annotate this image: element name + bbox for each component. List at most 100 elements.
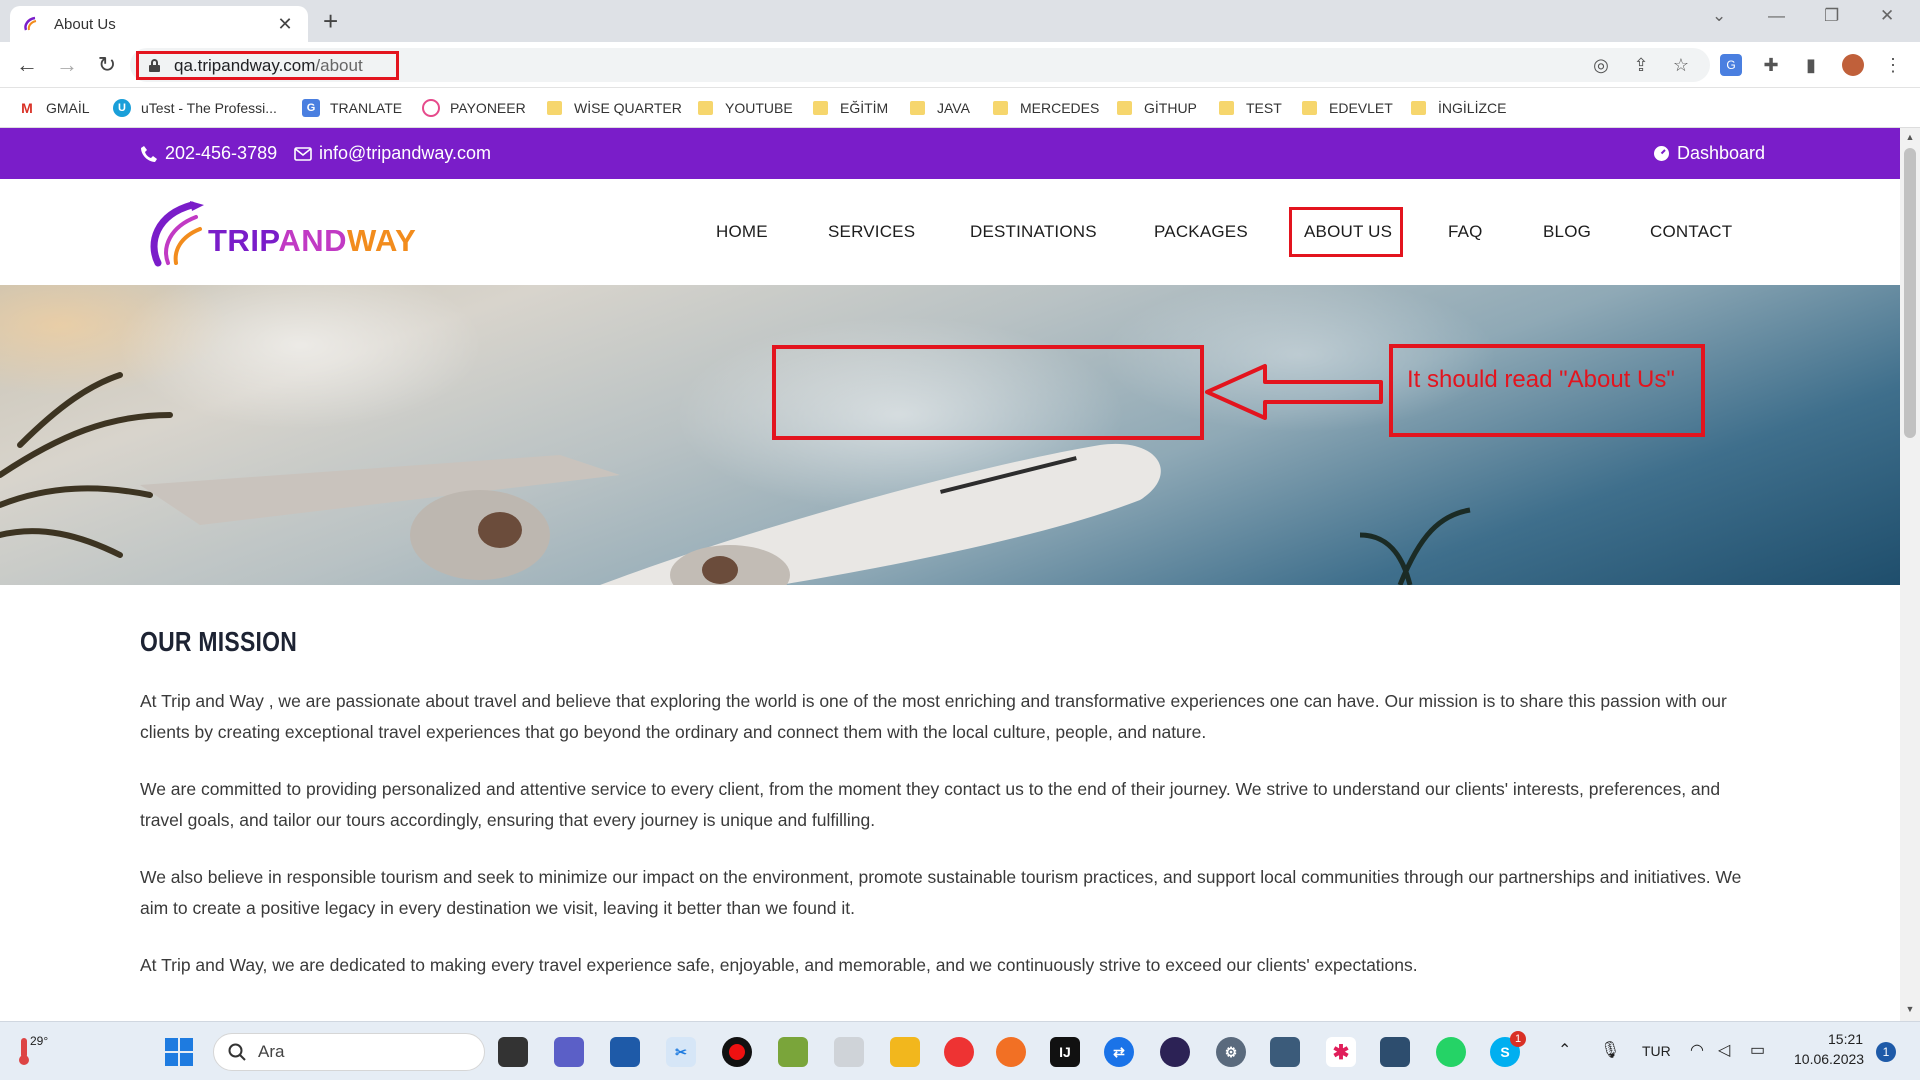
record-icon[interactable] <box>722 1037 752 1067</box>
teamviewer-icon[interactable]: ⇄ <box>1104 1037 1134 1067</box>
task-view-icon[interactable] <box>498 1037 528 1067</box>
translate-icon: G <box>302 99 320 117</box>
bookmark-gmail[interactable]: M GMAİL <box>18 88 90 128</box>
forward-arrow-icon[interactable]: → <box>52 50 82 80</box>
mission-paragraph: At Trip and Way, we are dedicated to mak… <box>140 955 1418 975</box>
teams-chat-icon[interactable] <box>554 1037 584 1067</box>
tripandway-logo[interactable]: TRIPANDWAY <box>146 199 416 267</box>
bookmark-payoneer[interactable]: PAYONEER <box>422 88 526 128</box>
mission-title: OUR MISSION <box>140 626 298 657</box>
bookmark-folder-test[interactable]: TEST <box>1219 88 1282 128</box>
bookmark-folder-egitim[interactable]: EĞİTİM <box>813 88 888 128</box>
snipping-tool-icon[interactable]: ✂ <box>666 1037 696 1067</box>
nav-destinations[interactable]: DESTINATIONS <box>970 179 1097 285</box>
bookmark-utest[interactable]: U uTest - The Professi... <box>113 88 277 128</box>
side-panel-icon[interactable]: ▮ <box>1800 54 1822 76</box>
volume-icon[interactable]: ◁ <box>1718 1040 1730 1060</box>
folder-icon <box>993 101 1008 115</box>
bookmark-folder-wise-quarter[interactable]: WİSE QUARTER <box>547 88 682 128</box>
phone-contact[interactable]: 202-456-3789 <box>140 128 277 179</box>
microphone-icon[interactable]: 🎙 <box>1600 1040 1620 1060</box>
recycle-bin-icon[interactable] <box>834 1037 864 1067</box>
scroll-thumb[interactable] <box>1904 148 1916 438</box>
utest-icon: U <box>113 99 131 117</box>
eye-off-icon[interactable]: ◎ <box>1590 54 1612 76</box>
taskbar-search-input[interactable]: Ara <box>213 1033 485 1071</box>
logo-text: TRIPANDWAY <box>208 223 416 259</box>
input-language[interactable]: TUR <box>1642 1043 1671 1059</box>
notification-center-badge[interactable]: 1 <box>1876 1042 1896 1062</box>
scroll-up-arrow-icon[interactable]: ▲ <box>1904 132 1916 142</box>
extensions-puzzle-icon[interactable]: ✚ <box>1760 54 1782 76</box>
google-translate-icon[interactable]: G <box>1720 54 1742 76</box>
bookmark-folder-java[interactable]: JAVA <box>910 88 970 128</box>
bookmark-folder-githup[interactable]: GİTHUP <box>1117 88 1197 128</box>
weather-temperature: 29° <box>30 1034 49 1048</box>
whatsapp-icon[interactable] <box>1436 1037 1466 1067</box>
pocket-app-icon[interactable] <box>1270 1037 1300 1067</box>
clock-time[interactable]: 15:21 <box>1828 1031 1863 1047</box>
chevron-up-icon[interactable]: ⌃ <box>1558 1040 1571 1060</box>
clock-date[interactable]: 10.06.2023 <box>1794 1051 1864 1067</box>
mission-section: OUR MISSION At Trip and Way , we are pas… <box>140 626 1760 1007</box>
bookmark-folder-ingilizce[interactable]: İNGİLİZCE <box>1411 88 1506 128</box>
page-scrollbar[interactable]: ▲ ▼ <box>1900 128 1920 1021</box>
file-explorer-icon[interactable] <box>890 1037 920 1067</box>
folder-icon <box>547 101 562 115</box>
close-window-button[interactable]: ✕ <box>1880 6 1894 26</box>
nav-contact[interactable]: CONTACT <box>1650 179 1732 285</box>
mysql-workbench-icon[interactable] <box>1380 1037 1410 1067</box>
bookmark-label: JAVA <box>937 100 970 116</box>
battery-icon[interactable]: ▭ <box>1750 1040 1765 1060</box>
minimize-button[interactable]: — <box>1768 6 1785 26</box>
email-address: info@tripandway.com <box>319 143 492 163</box>
intellij-icon[interactable]: IJ <box>1050 1037 1080 1067</box>
more-menu-icon[interactable]: ⋮ <box>1882 54 1904 76</box>
left-arrow-annotation-icon <box>1205 364 1383 420</box>
bookmark-label: MERCEDES <box>1020 100 1100 116</box>
reload-icon[interactable]: ↻ <box>92 50 122 80</box>
nav-faq[interactable]: FAQ <box>1448 179 1483 285</box>
back-arrow-icon[interactable]: ← <box>12 50 42 80</box>
nav-packages[interactable]: PACKAGES <box>1154 179 1248 285</box>
url-highlight-box[interactable]: qa.tripandway.com/about <box>136 51 399 80</box>
chrome-icon[interactable] <box>944 1037 974 1067</box>
wifi-icon[interactable]: ◠ <box>1690 1040 1704 1060</box>
bookmark-label: GMAİL <box>46 100 90 116</box>
store-icon[interactable] <box>610 1037 640 1067</box>
bookmark-folder-youtube[interactable]: YOUTUBE <box>698 88 793 128</box>
tab-search-icon[interactable]: ⌄ <box>1712 6 1726 26</box>
bookmark-folder-edevlet[interactable]: EDEVLET <box>1302 88 1393 128</box>
folder-icon <box>1219 101 1234 115</box>
hero-banner: It should read "About Us" <box>0 285 1900 585</box>
dashboard-link[interactable]: Dashboard <box>1653 128 1765 179</box>
tab-title: About Us <box>54 15 116 33</box>
email-contact[interactable]: info@tripandway.com <box>294 128 491 179</box>
share-icon[interactable]: ⇪ <box>1630 54 1652 76</box>
bookmark-translate[interactable]: G TRANLATE <box>302 88 402 128</box>
web-page: 202-456-3789 info@tripandway.com Dashboa… <box>0 128 1900 1021</box>
scroll-down-arrow-icon[interactable]: ▼ <box>1904 1004 1916 1014</box>
bookmark-star-icon[interactable]: ☆ <box>1670 54 1692 76</box>
bookmark-folder-mercedes[interactable]: MERCEDES <box>993 88 1099 128</box>
windows-start-icon[interactable] <box>165 1038 193 1071</box>
slack-icon[interactable]: ✱ <box>1326 1037 1356 1067</box>
tab-close-icon[interactable]: ✕ <box>274 14 296 35</box>
search-icon <box>228 1043 246 1061</box>
firefox-icon[interactable] <box>996 1037 1026 1067</box>
nav-home[interactable]: HOME <box>716 179 768 285</box>
gmail-icon: M <box>18 99 36 117</box>
nav-services[interactable]: SERVICES <box>828 179 915 285</box>
game-app-icon[interactable] <box>778 1037 808 1067</box>
settings-gear-icon[interactable]: ⚙ <box>1216 1037 1246 1067</box>
browser-tab[interactable]: About Us ✕ <box>10 6 308 42</box>
logo-swoosh-icon <box>150 201 204 267</box>
eclipse-icon[interactable] <box>1160 1037 1190 1067</box>
nav-blog[interactable]: BLOG <box>1543 179 1591 285</box>
profile-avatar[interactable] <box>1842 54 1864 76</box>
url-path: /about <box>315 55 363 75</box>
bookmark-label: EĞİTİM <box>840 100 889 116</box>
tripandway-favicon-icon <box>24 16 37 31</box>
new-tab-button[interactable]: + <box>323 8 338 34</box>
maximize-button[interactable]: ❐ <box>1824 6 1839 26</box>
